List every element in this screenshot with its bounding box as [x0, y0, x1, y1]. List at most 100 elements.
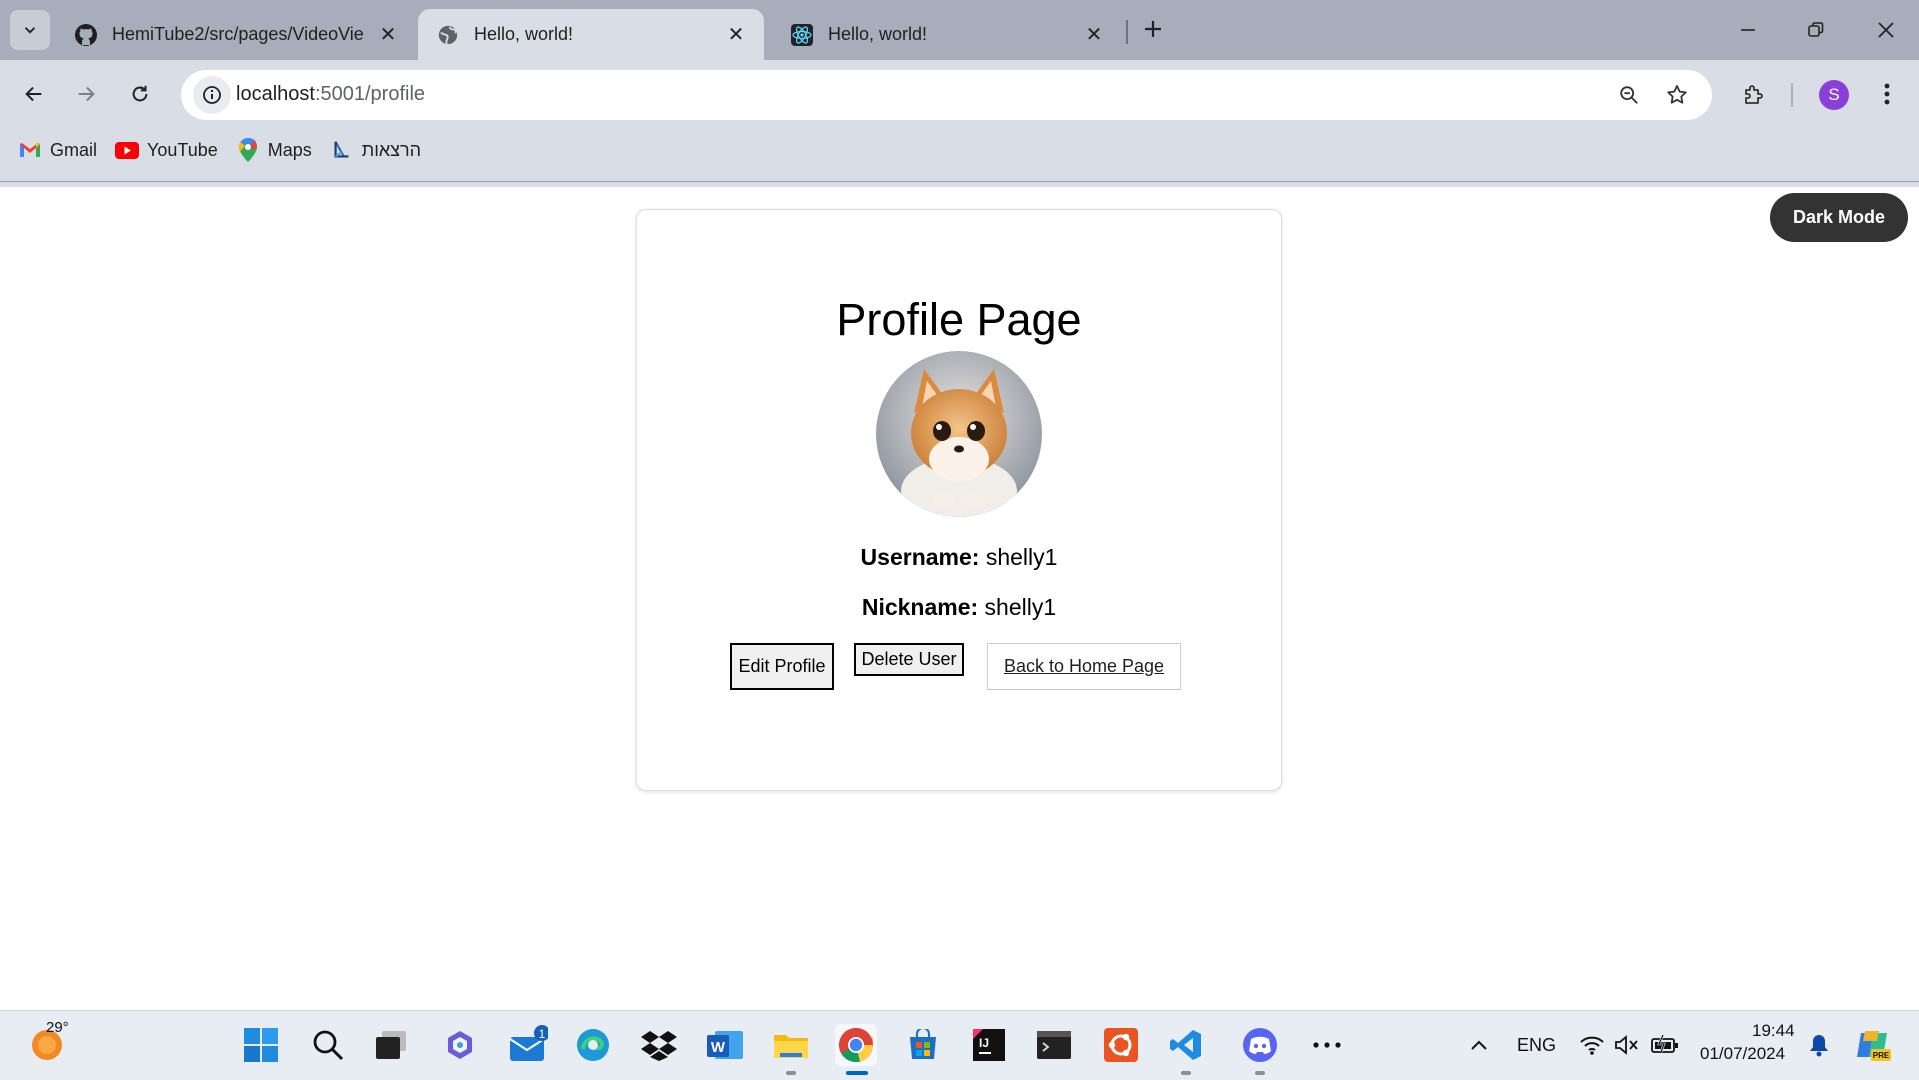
wifi-icon: [1580, 1036, 1604, 1055]
mail-icon: 1: [509, 1025, 548, 1061]
chevron-up-icon: [1471, 1040, 1487, 1050]
weather-temperature: 29°: [46, 1019, 69, 1036]
globe-icon: [436, 23, 460, 47]
star-icon: [1667, 85, 1687, 104]
profile-avatar-button[interactable]: S: [1819, 80, 1849, 110]
ubuntu-app[interactable]: [1100, 1024, 1142, 1066]
discord-icon: [1243, 1028, 1277, 1062]
restore-icon: [1808, 22, 1824, 37]
dark-mode-button[interactable]: Dark Mode: [1770, 193, 1908, 242]
store-app[interactable]: [902, 1024, 944, 1066]
copilot-icon: [448, 1031, 472, 1059]
intellij-icon: IJ: [973, 1029, 1005, 1061]
tab-divider: [1126, 20, 1128, 44]
svg-text:W: W: [711, 1039, 726, 1056]
bookmark-maps[interactable]: Maps: [236, 138, 312, 162]
back-to-home-link[interactable]: Back to Home Page: [1004, 656, 1164, 677]
url-path: :5001/profile: [314, 83, 426, 105]
more-horizontal-icon: [1313, 1042, 1341, 1048]
bookmark-lectures[interactable]: הרצאות: [330, 138, 421, 162]
plus-icon: [1145, 21, 1161, 37]
edge-app[interactable]: [572, 1024, 614, 1066]
clock-date[interactable]: 01/07/2024: [1700, 1044, 1785, 1064]
bookmark-youtube[interactable]: YouTube: [115, 138, 218, 162]
minimize-button[interactable]: [1728, 12, 1768, 48]
battery-status[interactable]: [1644, 1024, 1686, 1066]
tab-strip: HemiTube2/src/pages/VideoVie ✕ Hello, wo…: [0, 0, 1919, 60]
ubuntu-icon: [1104, 1028, 1138, 1062]
copilot-preview-icon: PRE: [1857, 1031, 1891, 1061]
toolbar-divider: [1791, 83, 1793, 107]
tab-search-button[interactable]: [10, 10, 50, 50]
tab-title: Hello, world!: [828, 24, 928, 44]
chrome-icon: [839, 1028, 874, 1063]
running-indicator: [1181, 1071, 1191, 1075]
bookmark-star-button[interactable]: [1662, 80, 1692, 110]
browser-menu-button[interactable]: [1872, 76, 1902, 112]
page-title: Profile Page: [836, 294, 1082, 345]
start-button[interactable]: [240, 1024, 282, 1066]
new-tab-button[interactable]: [1138, 14, 1168, 44]
restore-button[interactable]: [1796, 12, 1836, 48]
bookmark-label: הרצאות: [361, 139, 422, 160]
chevron-down-icon: [24, 27, 36, 34]
close-icon: [1878, 22, 1894, 38]
username-value: shelly1: [985, 544, 1058, 570]
zoom-button[interactable]: [1614, 80, 1644, 110]
more-apps-button[interactable]: [1306, 1024, 1348, 1066]
home-link-box: Back to Home Page: [987, 643, 1181, 690]
mail-app[interactable]: 1: [507, 1024, 549, 1066]
show-hidden-icons-button[interactable]: [1458, 1024, 1500, 1066]
nickname-row: Nickname: shelly1: [637, 594, 1281, 621]
extensions-button[interactable]: [1736, 76, 1772, 112]
task-view-button[interactable]: [370, 1024, 412, 1066]
bookmark-gmail[interactable]: Gmail: [18, 138, 97, 162]
address-bar[interactable]: localhost:5001/profile: [181, 70, 1712, 120]
reload-icon: [132, 85, 148, 102]
terminal-app[interactable]: [1033, 1024, 1075, 1066]
language-indicator[interactable]: ENG: [1517, 1035, 1556, 1056]
volume-status[interactable]: [1606, 1024, 1648, 1066]
close-tab-icon[interactable]: ✕: [726, 24, 746, 46]
close-window-button[interactable]: [1866, 12, 1906, 48]
close-tab-icon[interactable]: ✕: [1084, 24, 1104, 46]
dropbox-app[interactable]: [638, 1024, 680, 1066]
chrome-app[interactable]: [835, 1024, 877, 1066]
copilot-preview-button[interactable]: PRE: [1852, 1024, 1894, 1066]
dropbox-icon: [641, 1031, 677, 1061]
store-icon: [910, 1029, 936, 1059]
reload-button[interactable]: [122, 76, 158, 112]
site-info-button[interactable]: [193, 76, 231, 114]
puzzle-icon: [1745, 85, 1763, 104]
copilot-taskbar[interactable]: [439, 1024, 481, 1066]
tab-github[interactable]: HemiTube2/src/pages/VideoVie ✕: [56, 9, 416, 60]
tab-hello-world[interactable]: Hello, world! ✕: [772, 9, 1122, 60]
nickname-value: shelly1: [984, 594, 1057, 620]
taskbar-search[interactable]: [307, 1024, 349, 1066]
gmail-icon: [18, 138, 42, 162]
profile-card: Profile Page Username: shelly1 Nickname:…: [636, 209, 1282, 791]
tab-hello-world-active[interactable]: Hello, world! ✕: [418, 9, 764, 60]
nickname-label: Nickname:: [861, 594, 979, 620]
bookmark-label: Gmail: [50, 139, 98, 160]
minimize-icon: [1741, 29, 1755, 31]
profile-picture: [876, 351, 1042, 517]
react-icon: [790, 23, 814, 47]
file-explorer-app[interactable]: [770, 1024, 812, 1066]
back-button[interactable]: [16, 76, 52, 112]
arrow-left-icon: [25, 86, 42, 102]
clock-time[interactable]: 19:44: [1752, 1021, 1795, 1041]
github-icon: [74, 23, 98, 47]
forward-button[interactable]: [68, 76, 104, 112]
intellij-app[interactable]: IJ: [968, 1024, 1010, 1066]
running-indicator: [786, 1071, 796, 1075]
delete-user-button[interactable]: Delete User: [854, 643, 964, 676]
word-app[interactable]: W: [704, 1024, 746, 1066]
notifications-button[interactable]: [1798, 1024, 1840, 1066]
discord-app[interactable]: [1239, 1024, 1281, 1066]
close-tab-icon[interactable]: ✕: [378, 24, 398, 46]
edit-profile-button[interactable]: Edit Profile: [730, 643, 834, 690]
search-icon: [313, 1030, 344, 1061]
vscode-app[interactable]: [1165, 1024, 1207, 1066]
url-text[interactable]: localhost:5001/profile: [236, 83, 425, 106]
